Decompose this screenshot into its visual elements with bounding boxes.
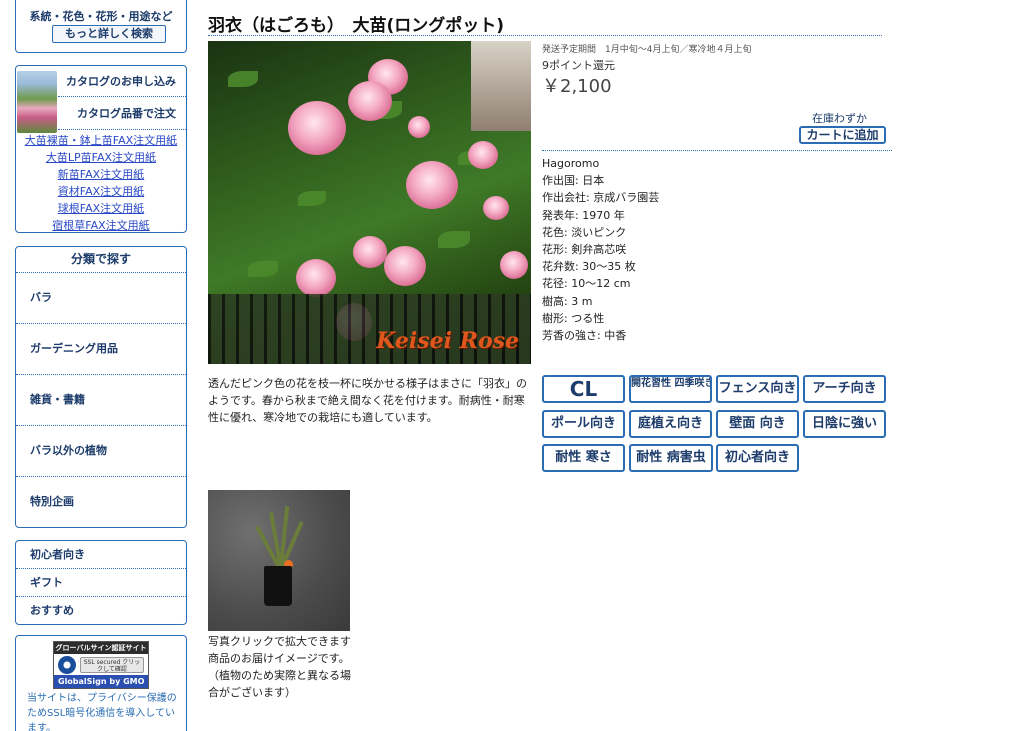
spec-year: 発表年: 1970 年 [542, 208, 625, 222]
detailed-search-box: 系統・花色・花形・用途など もっと詳しく検索 [15, 0, 187, 53]
tag-shade: 日陰に強い [803, 410, 886, 438]
spec-height: 樹高: 3 m [542, 294, 593, 308]
category-item-rose[interactable]: バラ [16, 273, 186, 324]
globalsign-logo-icon [58, 656, 76, 674]
delivery-image-thumbnail[interactable] [208, 490, 350, 631]
search-criteria-label: 系統・花色・花形・用途など [29, 10, 173, 23]
catalog-thumbnail [17, 71, 57, 133]
add-to-cart-button[interactable]: カートに追加 [799, 126, 886, 144]
shipping-period: 発送予定期間 1月中旬～4月上旬／寒冷地４月上旬 [542, 45, 752, 55]
ssl-lock-label: SSL secured クリックして確認 [80, 657, 144, 673]
tag-garden: 庭植え向き [629, 410, 712, 438]
globalsign-ssl-badge[interactable]: グローバルサイン認証サイト SSL secured クリックして確認 Globa… [53, 641, 149, 689]
tag-pest-resistant: 耐性 病害虫 [629, 444, 713, 472]
product-photo[interactable]: Keisei Rose [208, 41, 531, 364]
fax-form-link[interactable]: 球根FAX注文用紙 [16, 200, 186, 216]
thumbnail-caption-line: 商品のお届けイメージです。 [208, 652, 350, 665]
thumbnail-caption: 写真クリックで拡大できます 商品のお届けイメージです。 （植物のため実際と異なる… [208, 633, 358, 701]
fax-form-link[interactable]: 新苗FAX注文用紙 [16, 166, 186, 182]
ssl-notice: 当サイトは、プライバシー保護のためSSL暗号化通信を導入しています。 [27, 693, 177, 731]
reward-points: 9ポイント還元 [542, 59, 615, 72]
feature-item-beginner[interactable]: 初心者向き [16, 541, 186, 569]
spec-diameter: 花径: 10～12 cm [542, 277, 631, 291]
tag-arch: アーチ向き [803, 375, 886, 403]
thumbnail-caption-line: 写真クリックで拡大できます [208, 635, 351, 648]
long-pot-decor [264, 566, 292, 606]
spec-color: 花色: 淡いピンク [542, 225, 627, 239]
product-title: 羽衣（はごろも） 大苗(ロングポット) [208, 16, 505, 36]
tag-cold-resistant: 耐性 寒さ [542, 444, 625, 472]
ssl-box: グローバルサイン認証サイト SSL secured クリックして確認 Globa… [15, 635, 187, 731]
thumbnail-caption-line: （植物のため実際と異なる場合がございます） [208, 669, 351, 699]
tag-fence: フェンス向き [716, 375, 799, 403]
product-description: 透んだピンク色の花を枝一杯に咲かせる様子はまさに「羽衣」のようです。春から秋まで… [208, 377, 527, 424]
tag-wall: 壁面 向き [716, 410, 799, 438]
feature-item-recommended[interactable]: おすすめ [16, 597, 186, 625]
fax-form-link[interactable]: 宿根草FAX注文用紙 [16, 217, 186, 233]
product-price: ￥2,100 [542, 76, 612, 97]
feature-box: 初心者向き ギフト おすすめ [15, 540, 187, 625]
fax-form-link[interactable]: 資材FAX注文用紙 [16, 183, 186, 199]
cart-divider [542, 150, 892, 151]
ssl-badge-title: グローバルサイン認証サイト [54, 642, 148, 654]
category-heading: 分類で探す [16, 247, 186, 273]
category-item-goods-books[interactable]: 雑貨・書籍 [16, 375, 186, 426]
tag-repeat-bloom: 開花習性 四季咲き [629, 375, 712, 403]
tag-beginner: 初心者向き [716, 444, 799, 472]
spec-shape: 樹形: つる性 [542, 311, 605, 325]
fax-form-link[interactable]: 大苗LP苗FAX注文用紙 [16, 149, 186, 165]
category-item-special[interactable]: 特別企画 [16, 477, 186, 528]
photo-window-decor [471, 41, 531, 131]
spec-country: 作出国: 日本 [542, 174, 605, 188]
spec-fragrance: 芳香の強さ: 中香 [542, 329, 627, 343]
catalog-request-link[interactable]: カタログのお申し込み [58, 66, 186, 97]
category-item-gardening[interactable]: ガーデニング用品 [16, 324, 186, 375]
detailed-search-button[interactable]: もっと詳しく検索 [52, 25, 166, 43]
fax-form-link[interactable]: 大苗裸苗・鉢上苗FAX注文用紙 [16, 132, 186, 148]
ssl-badge-brand: GlobalSign by GMO [54, 675, 148, 688]
spec-petals: 花弁数: 30～35 枚 [542, 260, 636, 274]
spec-name-en: Hagoromo [542, 157, 600, 170]
order-by-catalog-number-link[interactable]: カタログ品番で注文 [58, 97, 186, 130]
spec-form: 花形: 剣弁高芯咲 [542, 243, 627, 257]
product-specs: Hagoromo 作出国: 日本 作出会社: 京成バラ園芸 発表年: 1970 … [542, 155, 659, 344]
category-item-other-plants[interactable]: バラ以外の植物 [16, 426, 186, 477]
tag-climbing: CL [542, 375, 625, 403]
tag-pole: ポール向き [542, 410, 625, 438]
photo-watermark: Keisei Rose [376, 328, 519, 354]
category-box: 分類で探す バラ ガーデニング用品 雑貨・書籍 バラ以外の植物 特別企画 [15, 246, 187, 528]
feature-item-gift[interactable]: ギフト [16, 569, 186, 597]
catalog-box: カタログのお申し込み カタログ品番で注文 大苗裸苗・鉢上苗FAX注文用紙 大苗L… [15, 65, 187, 233]
stock-status: 在庫わずか [812, 112, 867, 125]
title-divider [208, 35, 882, 36]
spec-breeder: 作出会社: 京成バラ園芸 [542, 191, 660, 205]
